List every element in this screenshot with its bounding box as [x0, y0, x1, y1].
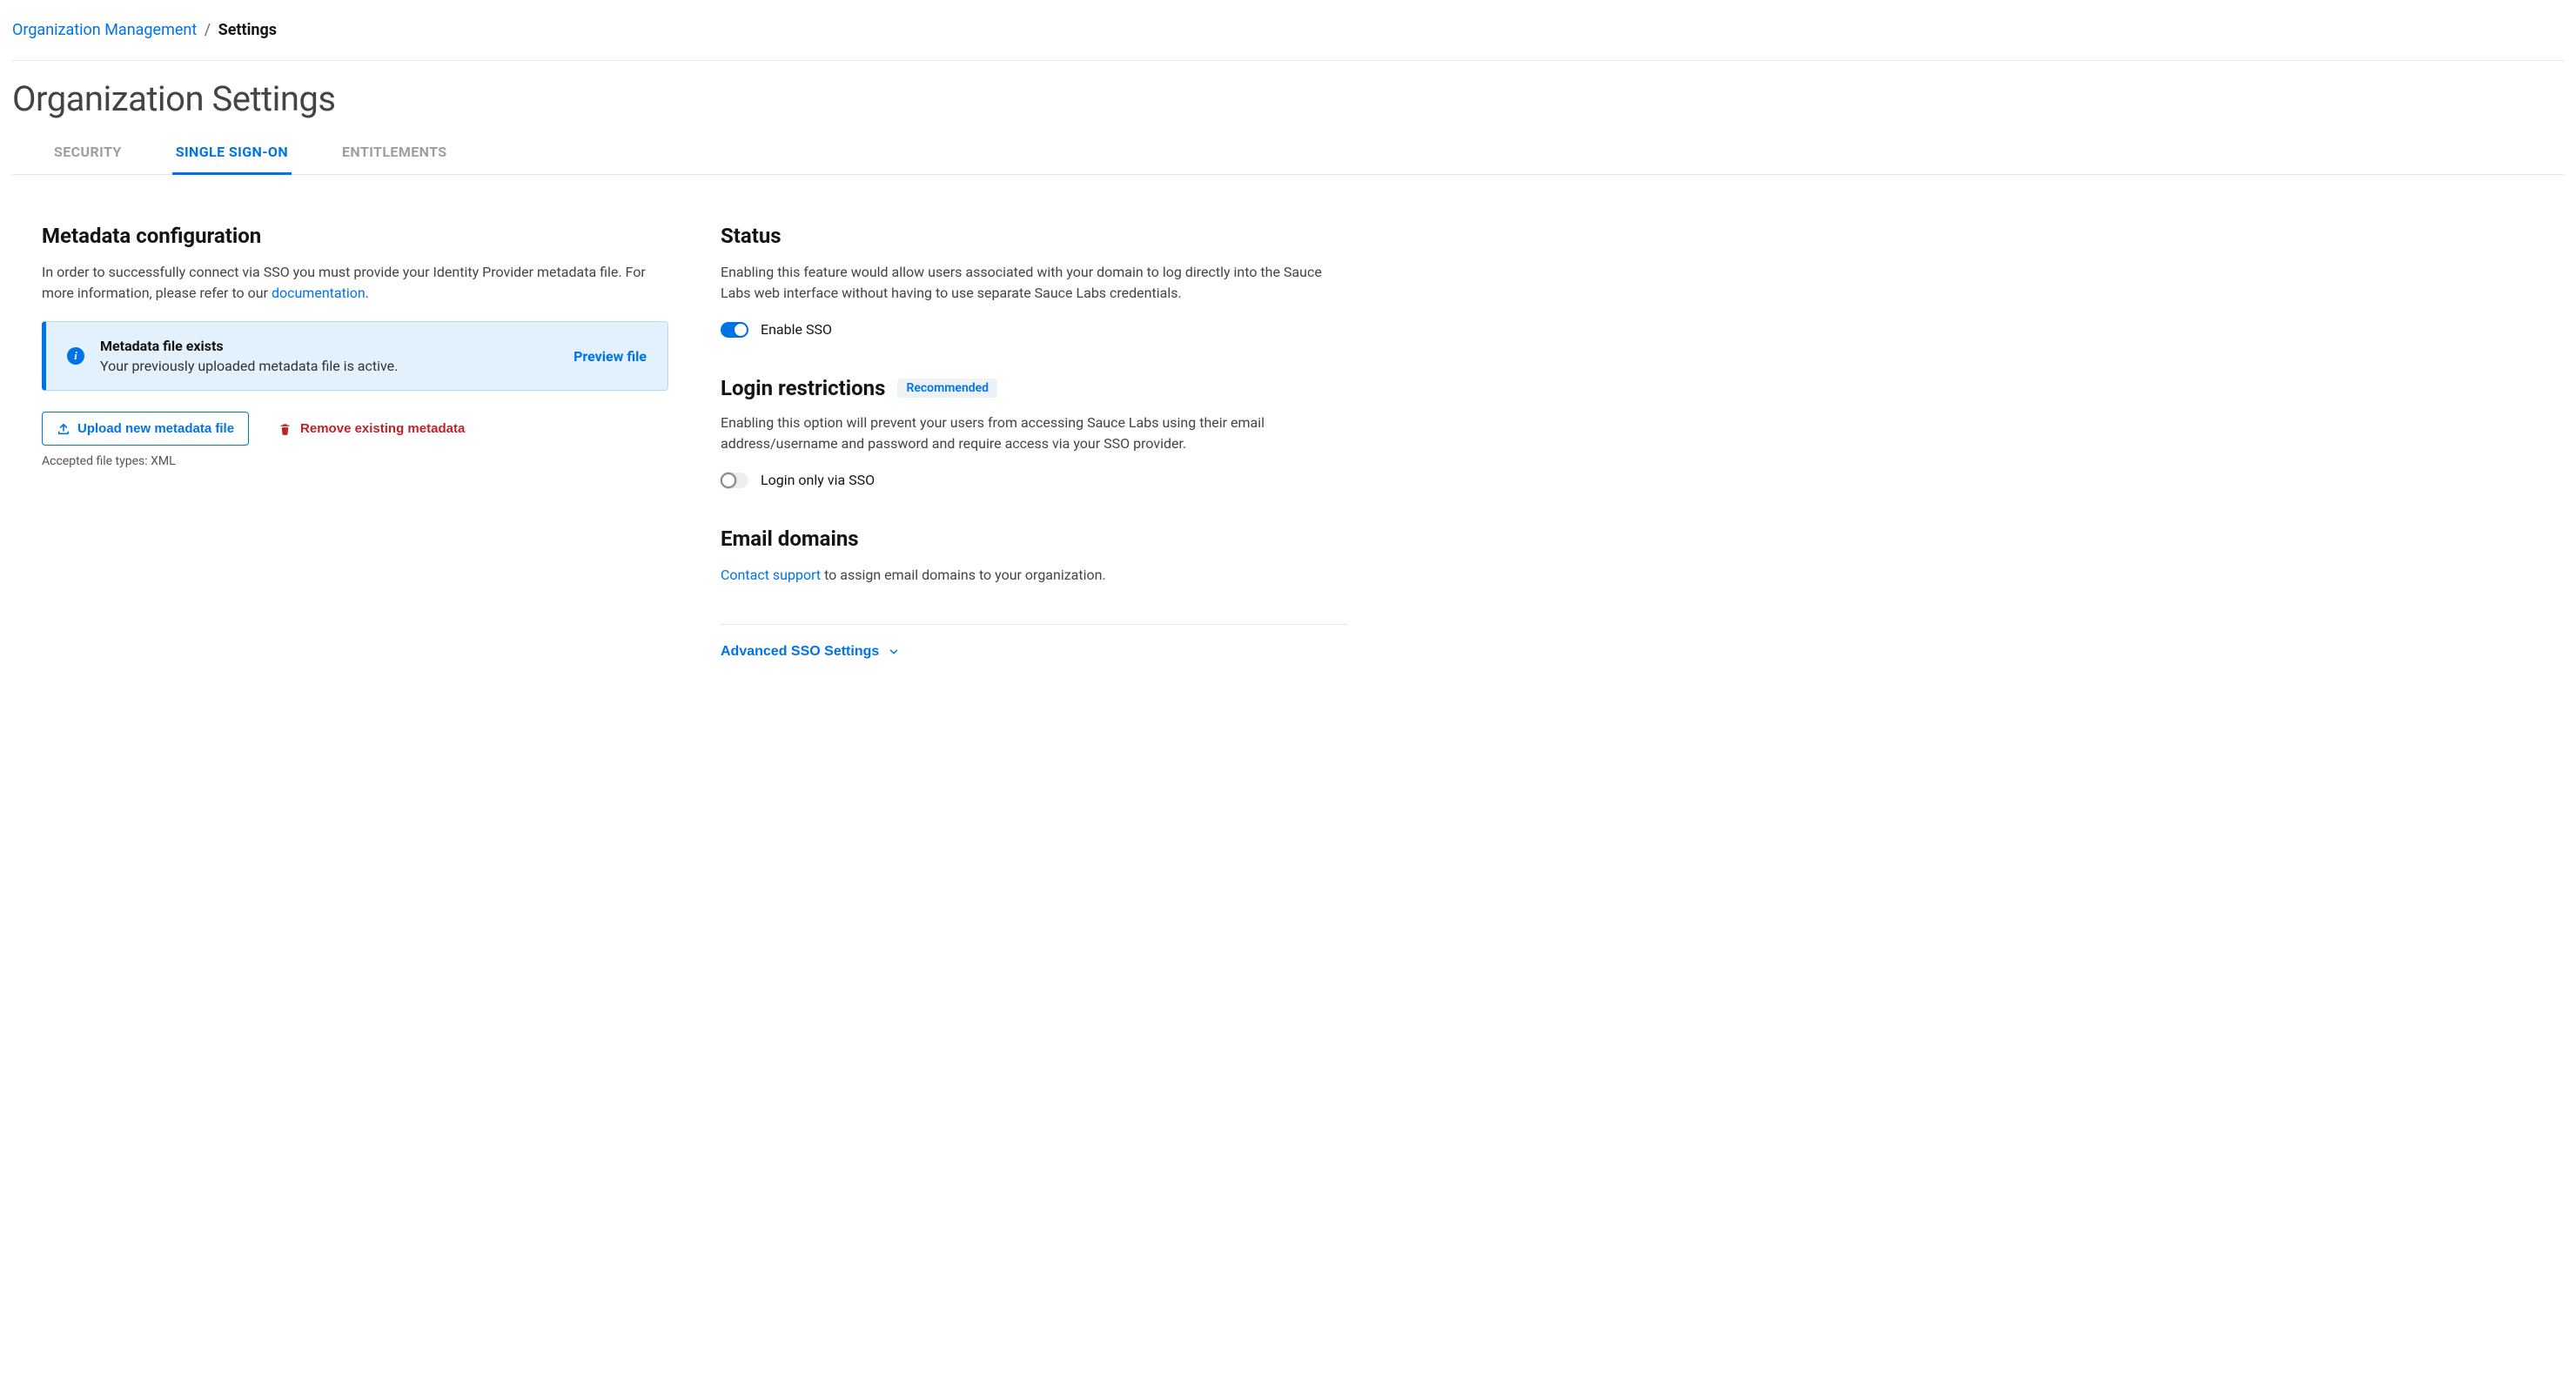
- tab-single-sign-on[interactable]: SINGLE SIGN-ON: [172, 135, 292, 175]
- breadcrumb-current: Settings: [218, 21, 277, 39]
- breadcrumb: Organization Management / Settings: [12, 0, 2564, 61]
- page-title: Organization Settings: [12, 78, 2564, 119]
- tabs: SECURITY SINGLE SIGN-ON ENTITLEMENTS: [12, 135, 2564, 175]
- status-heading: Status: [721, 224, 1347, 248]
- chevron-down-icon: [888, 646, 900, 658]
- contact-support-link[interactable]: Contact support: [721, 567, 821, 583]
- login-restrictions-section: Login restrictions Recommended Enabling …: [721, 376, 1347, 488]
- status-description: Enabling this feature would allow users …: [721, 262, 1347, 304]
- email-domains-section: Email domains Contact support to assign …: [721, 527, 1347, 586]
- info-box-title: Metadata file exists: [100, 338, 560, 354]
- upload-button-label: Upload new metadata file: [77, 421, 234, 436]
- login-restrictions-description: Enabling this option will prevent your u…: [721, 413, 1347, 454]
- metadata-heading: Metadata configuration: [42, 224, 668, 248]
- metadata-info-box: i Metadata file exists Your previously u…: [42, 321, 668, 391]
- documentation-link[interactable]: documentation: [272, 285, 366, 301]
- email-domains-description: Contact support to assign email domains …: [721, 565, 1347, 586]
- login-only-sso-toggle[interactable]: [721, 473, 748, 488]
- status-section: Status Enabling this feature would allow…: [721, 224, 1347, 338]
- preview-file-link[interactable]: Preview file: [574, 348, 647, 365]
- info-box-text: Your previously uploaded metadata file i…: [100, 358, 560, 374]
- enable-sso-toggle[interactable]: [721, 322, 748, 338]
- file-type-hint: Accepted file types: XML: [42, 454, 668, 468]
- upload-icon: [57, 422, 70, 436]
- remove-metadata-button[interactable]: Remove existing metadata: [278, 421, 465, 436]
- enable-sso-label: Enable SSO: [761, 321, 832, 338]
- login-restrictions-heading: Login restrictions: [721, 376, 885, 400]
- remove-button-label: Remove existing metadata: [300, 421, 465, 436]
- tab-security[interactable]: SECURITY: [50, 135, 125, 175]
- upload-metadata-button[interactable]: Upload new metadata file: [42, 412, 249, 446]
- recommended-badge: Recommended: [897, 379, 997, 398]
- divider: [721, 624, 1347, 625]
- advanced-sso-settings-expander[interactable]: Advanced SSO Settings: [721, 644, 900, 660]
- breadcrumb-separator: /: [205, 21, 211, 39]
- breadcrumb-parent-link[interactable]: Organization Management: [12, 21, 197, 39]
- login-only-sso-label: Login only via SSO: [761, 472, 875, 488]
- tab-entitlements[interactable]: ENTITLEMENTS: [339, 135, 451, 175]
- metadata-configuration-section: Metadata configuration In order to succe…: [42, 224, 668, 468]
- trash-icon: [278, 422, 292, 436]
- info-icon: i: [67, 347, 84, 365]
- metadata-description: In order to successfully connect via SSO…: [42, 262, 668, 304]
- email-domains-heading: Email domains: [721, 527, 1347, 551]
- advanced-sso-label: Advanced SSO Settings: [721, 644, 879, 660]
